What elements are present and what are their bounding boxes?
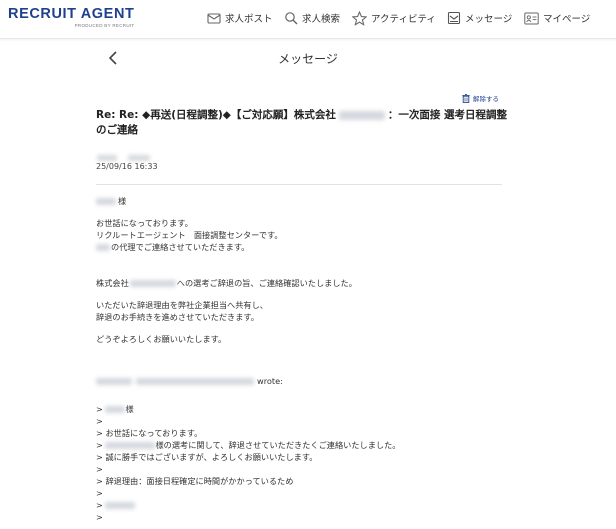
message-icon [447,11,461,25]
logo-text: RECRUIT AGENT [8,6,135,22]
post-icon [207,13,221,24]
top-navigation-bar: RECRUIT AGENT PRODUCED BY RECRUIT 求人ポスト … [0,0,616,39]
nav-mypage-label: マイページ [543,14,591,25]
release-button[interactable]: 解除する [462,93,499,103]
nav-activity[interactable]: アクティビティ [352,10,436,26]
body-procedure: 辞退のお手続きを進めさせていただきます。 [96,312,259,322]
message-subject: Re: Re: ◆再送(日程調整)◆【ご対応願】株式会社 ：一次面接 選考日程調整… [96,108,508,138]
quote-line: > [96,499,516,511]
trash-icon [462,93,470,103]
message-date: 25/09/16 16:33 [96,162,158,171]
subject-part-1: Re: Re: ◆再送(日程調整)◆【ご対応願】株式会社 [96,109,336,121]
nav-messages[interactable]: メッセージ [447,10,512,26]
nav-job-search[interactable]: 求人検索 [284,10,340,26]
divider [96,184,502,185]
quote-line: > [96,512,103,522]
quote-line: > お世話になっております。 [96,428,203,438]
body-reason: いただいた辞退理由を弊社企業担当へ共有し、 [96,300,268,310]
nav-job-post[interactable]: 求人ポスト [207,10,273,26]
nav-activity-label: アクティビティ [371,14,436,25]
body-confirm: 株式会社 への選考ご辞退の旨、ご連絡確認いたしました。 [96,278,357,288]
nav-mypage[interactable]: マイページ [524,10,590,26]
quote-line: > [96,488,103,498]
profile-card-icon [524,12,539,24]
nav-job-search-label: 求人検索 [302,14,341,25]
body-team: リクルートエージェント 面接調整センターです。 [96,230,283,240]
body-greeting: お世話になっております。 [96,218,193,228]
subject-part-2: ：一次面接 選考日程調整 [387,109,508,121]
recruit-agent-logo[interactable]: RECRUIT AGENT PRODUCED BY RECRUIT [8,6,135,29]
body-closing: どうぞよろしくお願いいたします。 [96,334,227,344]
search-icon [285,12,298,25]
subject-part-3: のご連絡 [96,124,138,136]
nav-messages-label: メッセージ [465,14,513,25]
quote-line: > 様 [96,404,134,414]
quote-line: > 辞退理由：面接日程確定に時間がかかっているため [96,476,294,486]
star-icon [352,10,367,26]
body-salutation: 様 [96,195,516,207]
nav-job-post-label: 求人ポスト [225,14,273,25]
redacted-company-name [338,110,385,120]
quote-header: wrote: [96,375,516,387]
quote-line: > 様の選考に関して、辞退させていただきたくご連絡いたしました。 [96,440,401,450]
logo-subtext: PRODUCED BY RECRUIT [74,23,135,28]
message-body: 様 お世話になっております。 リクルートエージェント 面接調整センターです。 の… [96,195,516,523]
quote-line: > [96,416,103,426]
quote-line: > [96,464,103,474]
body-proxy: の代理でご連絡させていただきます。 [96,241,516,253]
page-title: メッセージ [278,52,338,66]
quote-line: > 誠に勝手ではございますが、よろしくお願いいたします。 [96,452,318,462]
release-label: 解除する [473,95,499,103]
